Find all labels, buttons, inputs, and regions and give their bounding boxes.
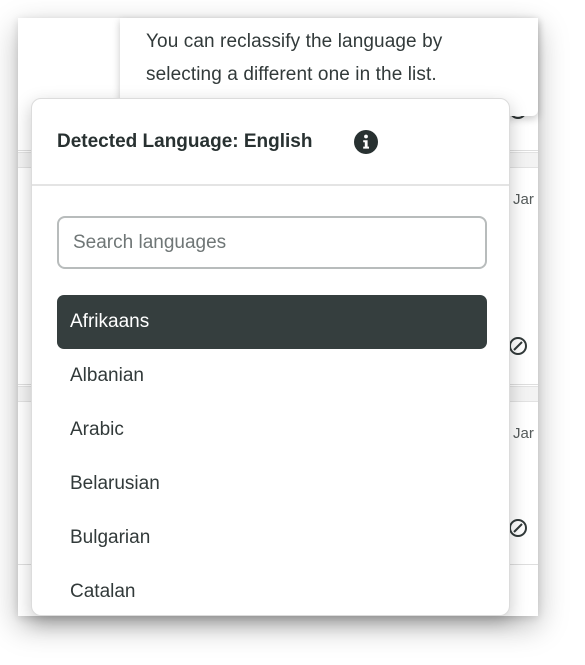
row-date: Jar <box>513 191 534 208</box>
edit-circle-icon[interactable] <box>508 518 528 538</box>
tooltip-text: You can reclassify the language by selec… <box>146 31 443 85</box>
search-languages-input[interactable] <box>57 216 487 269</box>
language-option-arabic[interactable]: Arabic <box>57 403 487 457</box>
language-option-albanian[interactable]: Albanian <box>57 349 487 403</box>
dropdown-header: Detected Language: English <box>32 99 509 186</box>
language-list: Afrikaans Albanian Arabic Belarusian Bul… <box>57 295 487 615</box>
language-option-bulgarian[interactable]: Bulgarian <box>57 511 487 565</box>
info-circle-icon[interactable] <box>354 130 378 154</box>
screenshot-stage: Jar Jar You can reclassify the language … <box>0 0 585 665</box>
language-option-belarusian[interactable]: Belarusian <box>57 457 487 511</box>
language-option-catalan[interactable]: Catalan <box>57 565 487 615</box>
row-date: Jar <box>513 425 534 442</box>
language-dropdown: Detected Language: English Afrikaans Alb… <box>31 98 510 616</box>
language-option-afrikaans[interactable]: Afrikaans <box>57 295 487 349</box>
edit-circle-icon[interactable] <box>508 336 528 356</box>
detected-language-title: Detected Language: English <box>57 131 313 152</box>
